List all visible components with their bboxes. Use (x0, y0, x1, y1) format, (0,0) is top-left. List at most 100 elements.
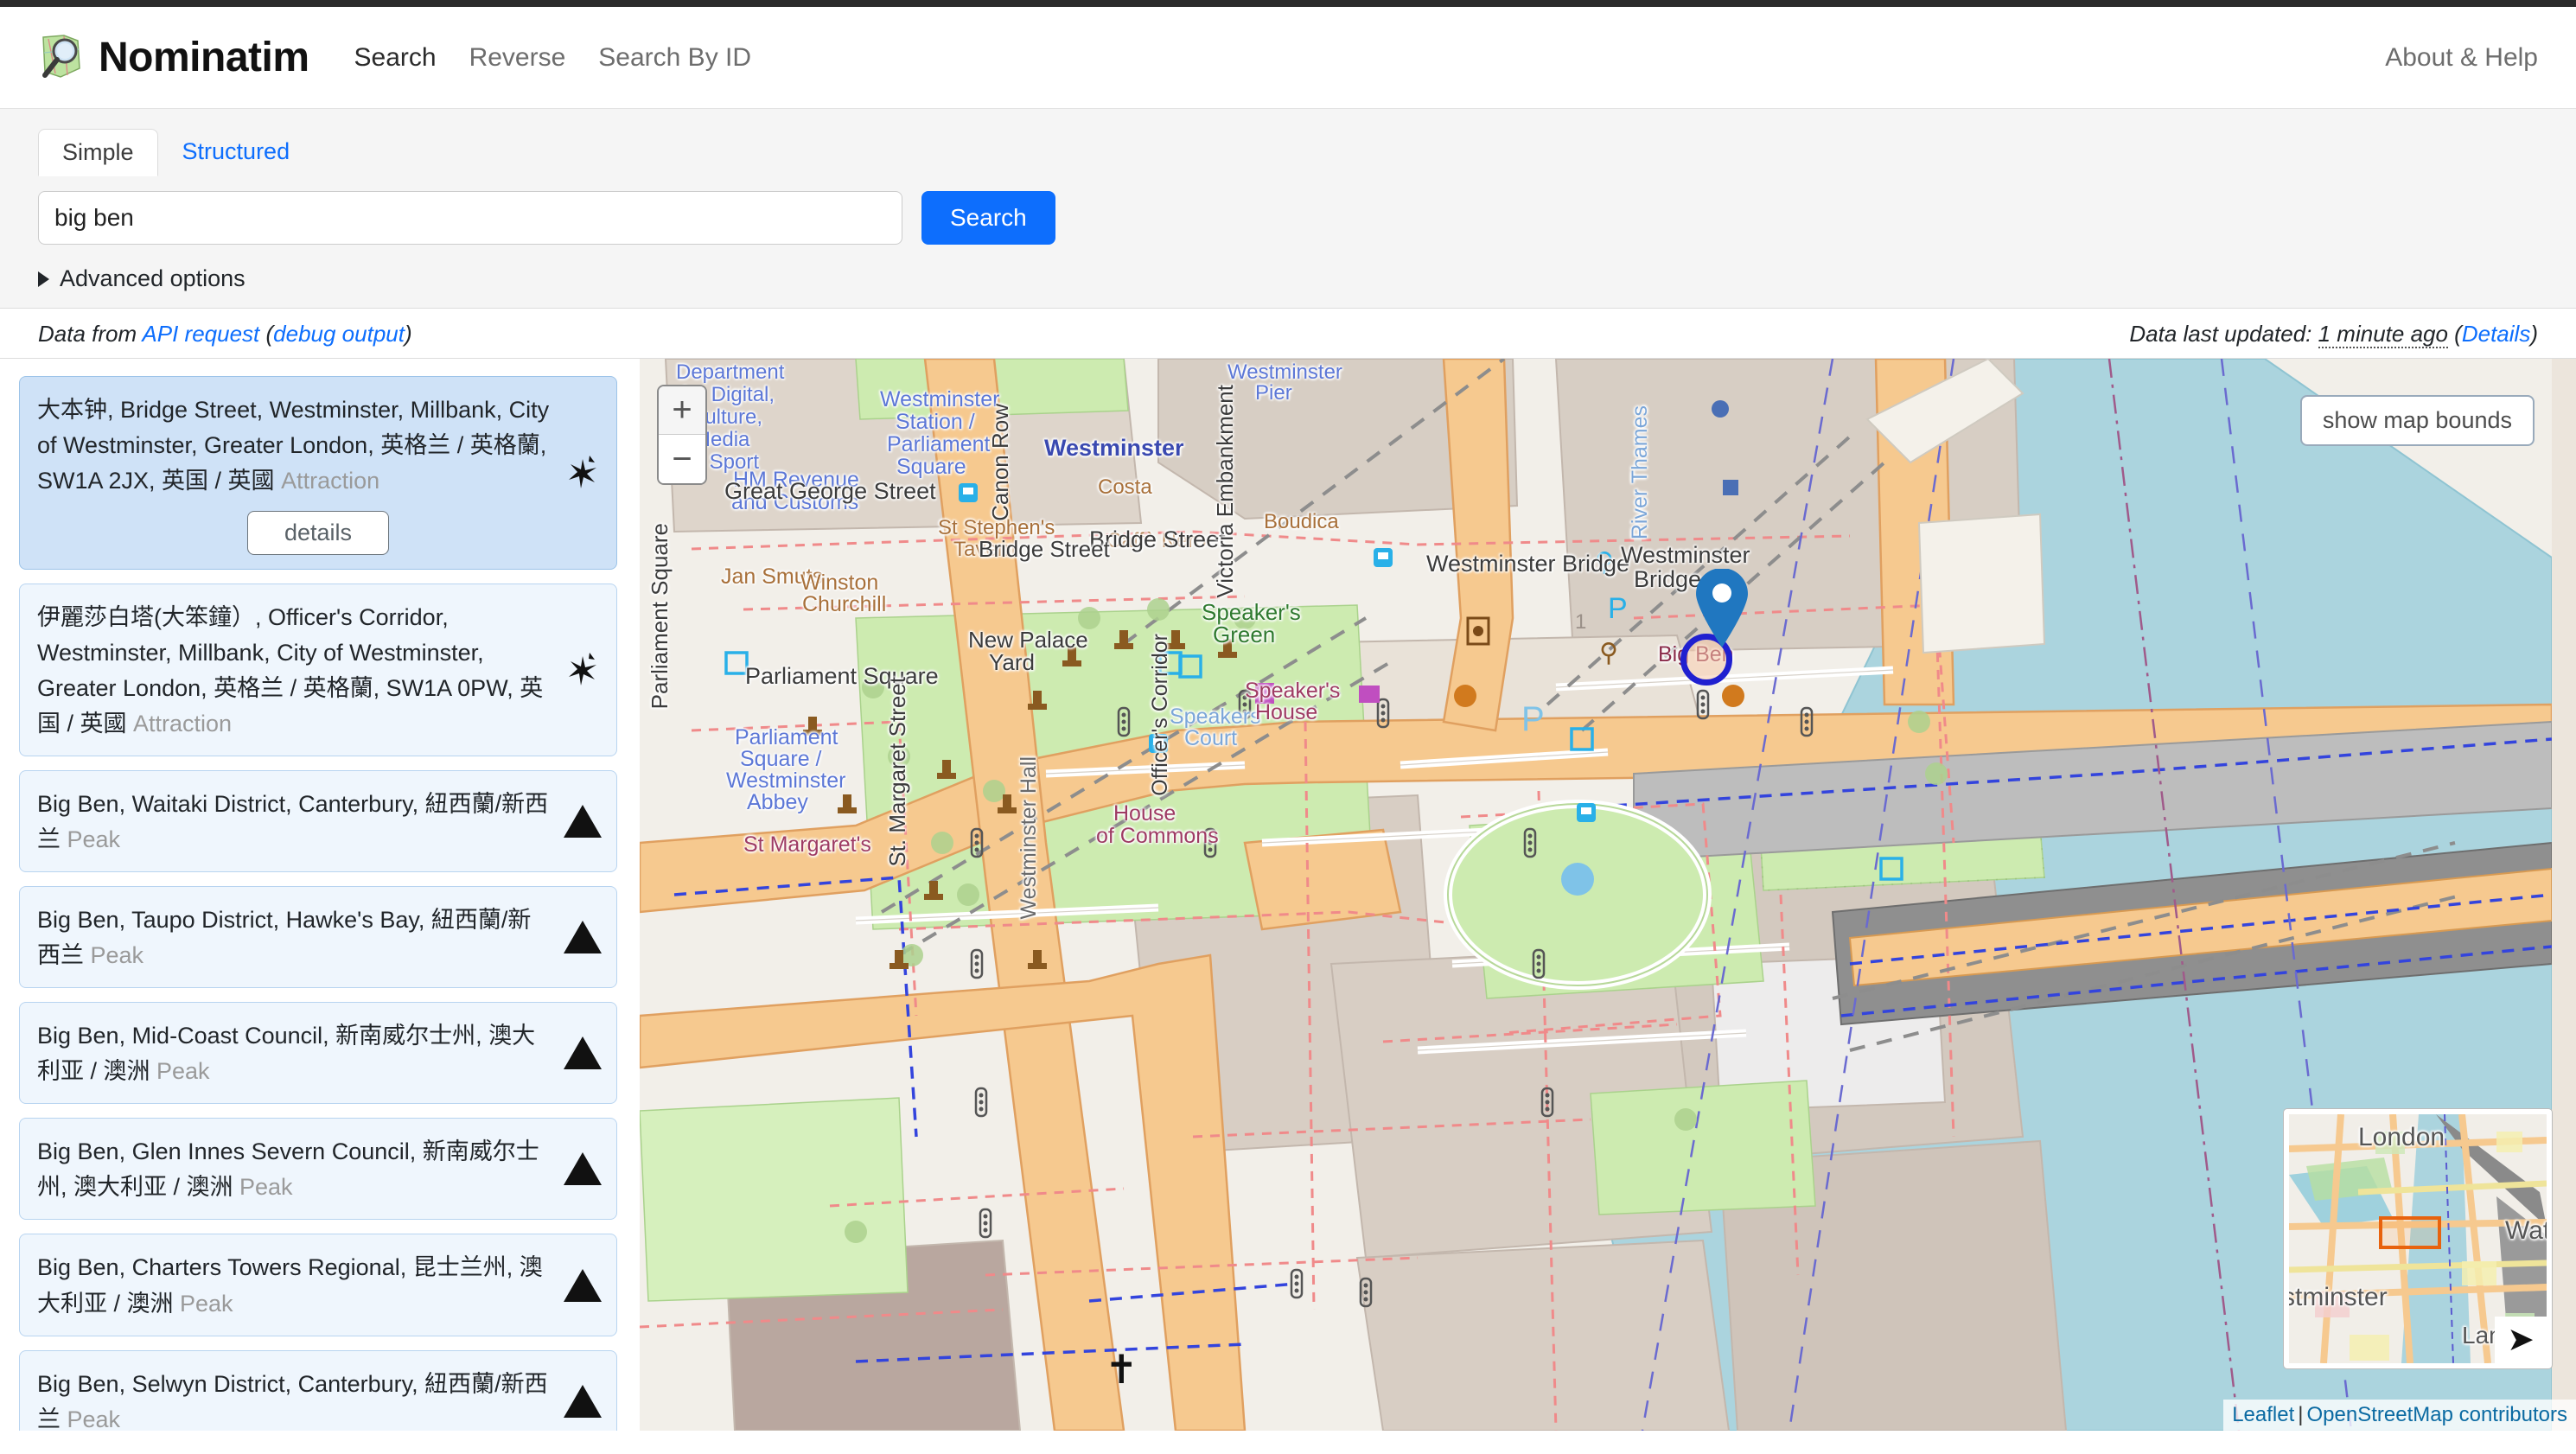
advanced-options-toggle[interactable]: Advanced options (38, 265, 2538, 292)
result-item[interactable]: Big Ben, Taupo District, Hawke's Bay, 紐西… (19, 886, 617, 989)
minimap[interactable]: LondonWatestminsterLambeth ➤ (2284, 1109, 2552, 1368)
debug-output-link[interactable]: debug output (273, 321, 405, 347)
result-text: Big Ben, Selwyn District, Canterbury, 紐西… (37, 1367, 599, 1431)
result-text: Big Ben, Charters Towers Regional, 昆士兰州,… (37, 1250, 599, 1321)
peak-triangle-icon (563, 801, 603, 841)
result-item[interactable]: Big Ben, Charters Towers Regional, 昆士兰州,… (19, 1234, 617, 1336)
result-item[interactable]: Big Ben, Glen Innes Severn Council, 新南威尔… (19, 1118, 617, 1221)
paren-close: ) (404, 321, 412, 347)
search-row: Search (38, 191, 2538, 245)
zoom-in-button[interactable]: + (659, 386, 705, 435)
result-text: Big Ben, Waitaki District, Canterbury, 紐… (37, 787, 599, 858)
result-item[interactable]: 伊麗莎白塔(大笨鐘）, Officer's Corridor, Westmins… (19, 584, 617, 757)
result-category: Peak (67, 826, 121, 853)
brand[interactable]: Nominatim (38, 34, 309, 82)
result-item[interactable]: 大本钟, Bridge Street, Westminster, Millban… (19, 376, 617, 571)
search-input[interactable] (38, 191, 902, 245)
result-text: Big Ben, Glen Innes Severn Council, 新南威尔… (37, 1134, 599, 1205)
search-results-list[interactable]: 大本钟, Bridge Street, Westminster, Millban… (0, 359, 636, 1431)
leaflet-link[interactable]: Leaflet (2232, 1403, 2294, 1426)
svg-text:⚲: ⚲ (1599, 639, 1618, 667)
site-header: Nominatim Search Reverse Search By ID Ab… (0, 7, 2576, 109)
svg-text:⚲: ⚲ (1595, 548, 1614, 577)
attraction-star-glyph (569, 653, 596, 686)
paren-open-2: ( (2447, 321, 2462, 347)
header-right: About & Help (2385, 43, 2538, 73)
result-item[interactable]: Big Ben, Waitaki District, Canterbury, 紐… (19, 770, 617, 873)
peak-triangle-icon (563, 1266, 603, 1305)
attribution-separator: | (2298, 1403, 2304, 1426)
result-category: Peak (156, 1058, 210, 1085)
peak-triangle-glyph (564, 1268, 602, 1302)
content-area: 大本钟, Bridge Street, Westminster, Millban… (0, 359, 2576, 1431)
result-text: 伊麗莎白塔(大笨鐘）, Officer's Corridor, Westmins… (37, 600, 599, 742)
show-map-bounds-button[interactable]: show map bounds (2299, 395, 2535, 446)
nav-reverse[interactable]: Reverse (469, 43, 566, 73)
map-viewport[interactable]: P ⚲ ⚲ P ✝ 1 Department for Digital, Culture, Medi… (636, 359, 2576, 1431)
map-zoom-control: + − (657, 385, 707, 485)
main-navigation: Search Reverse Search By ID (354, 43, 752, 73)
paren-close-2: ) (2530, 321, 2538, 347)
result-text: Big Ben, Taupo District, Hawke's Bay, 紐西… (37, 902, 599, 973)
minimap-bounds-rectangle (2379, 1216, 2441, 1249)
result-category: Attraction (281, 468, 380, 494)
result-category: Peak (67, 1406, 121, 1431)
result-address: 伊麗莎白塔(大笨鐘）, Officer's Corridor, Westmins… (37, 604, 544, 737)
attraction-star-icon (563, 453, 603, 493)
result-address: Big Ben, Mid-Coast Council, 新南威尔士州, 澳大利亚… (37, 1023, 536, 1085)
map-render: P ⚲ ⚲ P ✝ 1 (640, 359, 2554, 1431)
svg-text:P: P (1521, 700, 1545, 738)
nav-search-by-id[interactable]: Search By ID (598, 43, 751, 73)
paren-open: ( (259, 321, 274, 347)
peak-triangle-glyph (564, 805, 602, 839)
peak-triangle-glyph (564, 921, 602, 954)
svg-text:1: 1 (1575, 610, 1586, 634)
result-address: Big Ben, Charters Towers Regional, 昆士兰州,… (37, 1254, 543, 1317)
zoom-out-button[interactable]: − (659, 435, 705, 483)
attraction-star-icon (563, 650, 603, 690)
details-link[interactable]: Details (2462, 321, 2530, 347)
api-request-link[interactable]: API request (142, 321, 259, 347)
search-button[interactable]: Search (921, 191, 1055, 245)
osm-contributors-link[interactable]: OpenStreetMap contributors (2307, 1403, 2568, 1426)
result-category: Peak (239, 1174, 293, 1201)
about-help-link[interactable]: About & Help (2385, 43, 2538, 72)
last-updated-value: 1 minute ago (2318, 321, 2448, 348)
attraction-star-glyph (569, 456, 596, 489)
tab-simple[interactable]: Simple (38, 129, 158, 176)
window-top-bar (0, 0, 2576, 7)
peak-triangle-icon (563, 1381, 603, 1421)
svg-text:P: P (1608, 592, 1628, 625)
advanced-options-label: Advanced options (60, 265, 245, 291)
search-panel: Simple Structured Search Advanced option… (0, 109, 2576, 309)
data-source-info: Data from API request (debug output) (38, 321, 412, 348)
brand-name: Nominatim (99, 35, 309, 80)
result-item[interactable]: Big Ben, Selwyn District, Canterbury, 紐西… (19, 1349, 617, 1431)
tab-structured[interactable]: Structured (158, 128, 315, 175)
nav-search[interactable]: Search (354, 43, 437, 73)
magnifier-map-icon (42, 34, 80, 78)
peak-triangle-glyph (564, 1036, 602, 1070)
result-category: Peak (180, 1290, 233, 1317)
result-text: 大本钟, Bridge Street, Westminster, Millban… (37, 392, 599, 499)
svg-text:✝: ✝ (1105, 1348, 1138, 1392)
peak-triangle-glyph (564, 1152, 602, 1186)
peak-triangle-icon (563, 1033, 603, 1073)
search-mode-tabs: Simple Structured (38, 128, 2538, 176)
result-category: Attraction (133, 711, 233, 737)
result-item[interactable]: Big Ben, Mid-Coast Council, 新南威尔士州, 澳大利亚… (19, 1002, 617, 1105)
peak-triangle-icon (563, 1149, 603, 1189)
peak-triangle-icon (563, 917, 603, 957)
data-updated-info: Data last updated: 1 minute ago (Details… (2129, 321, 2538, 348)
details-button[interactable]: details (246, 511, 390, 556)
result-category: Peak (90, 942, 144, 969)
arrow-down-right-icon[interactable]: ➤ (2495, 1317, 2547, 1363)
peak-triangle-glyph (564, 1384, 602, 1418)
data-from-label: Data from (38, 321, 143, 347)
map-attribution: Leaflet | OpenStreetMap contributors (2223, 1400, 2576, 1431)
data-info-bar: Data from API request (debug output) Dat… (0, 309, 2576, 359)
result-text: Big Ben, Mid-Coast Council, 新南威尔士州, 澳大利亚… (37, 1018, 599, 1089)
triangle-right-icon (38, 271, 49, 287)
details-button-wrap: details (37, 511, 599, 556)
map-pin-marker[interactable] (1693, 569, 1750, 648)
